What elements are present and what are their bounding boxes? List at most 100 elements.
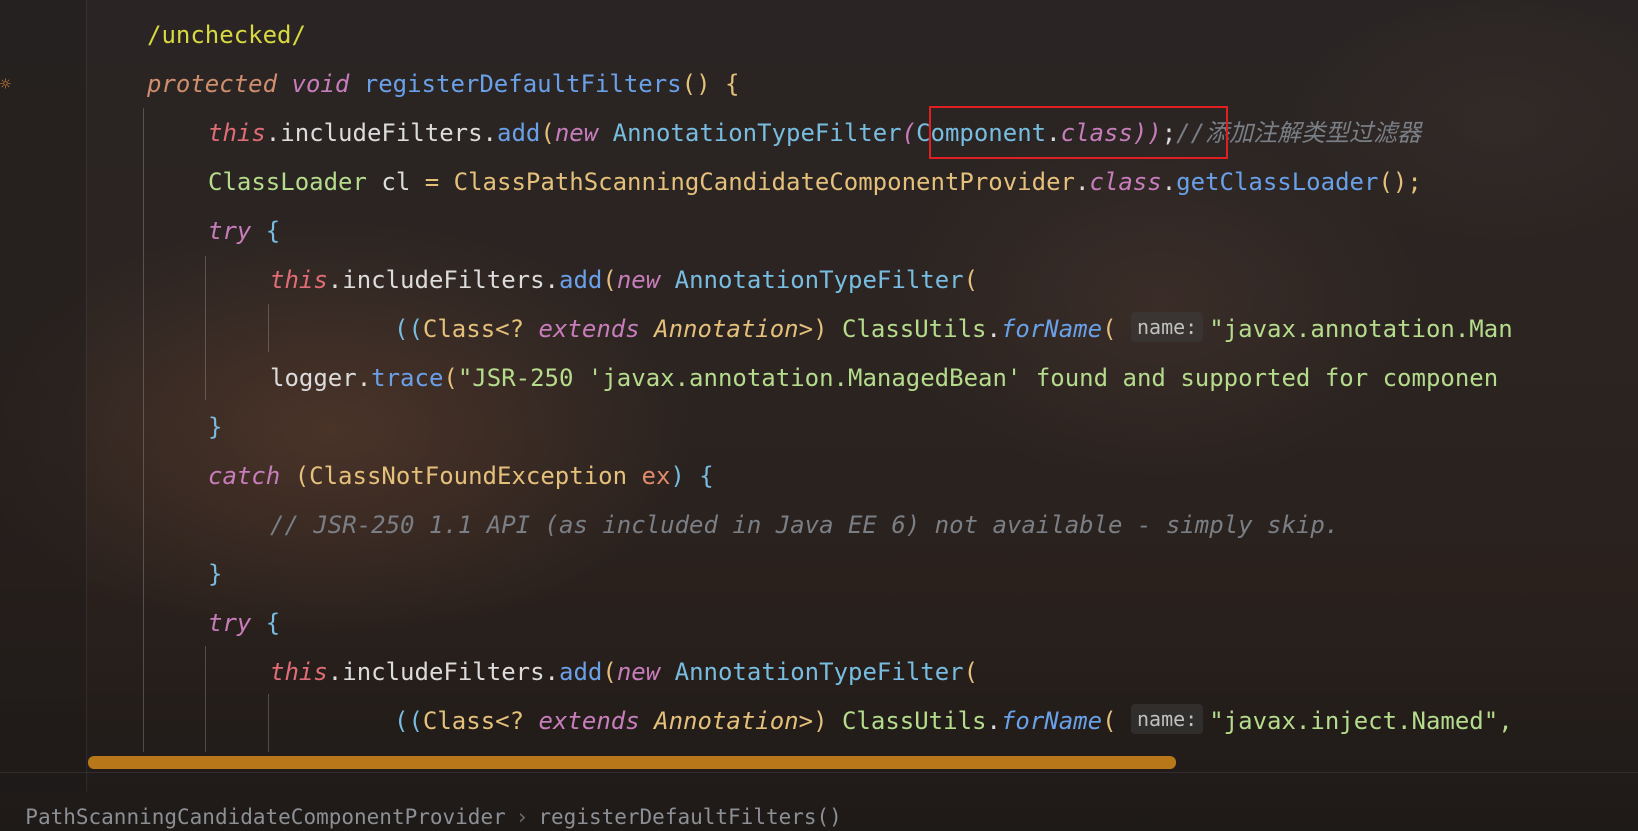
code-line[interactable]: logger.trace("JSR-250 'javax.annotation.… bbox=[270, 353, 1498, 404]
code-line[interactable]: // JSR-250 1.1 API (as included in Java … bbox=[270, 500, 1339, 551]
code-token: getClassLoader bbox=[1176, 168, 1379, 196]
code-token: extends bbox=[538, 315, 640, 343]
code-token: () { bbox=[681, 70, 740, 98]
code-line[interactable]: /unchecked/ bbox=[147, 10, 306, 61]
code-line[interactable]: ((Class<? extends Annotation>) ClassUtil… bbox=[394, 304, 1513, 355]
code-token: trace bbox=[371, 364, 444, 392]
code-token: Class bbox=[422, 315, 496, 343]
code-token: ClassPathScanningCandidateComponentProvi… bbox=[453, 168, 1075, 196]
code-token: <? bbox=[495, 707, 539, 735]
code-line[interactable]: ClassLoader cl = ClassPathScanningCandid… bbox=[208, 157, 1422, 208]
code-token: logger bbox=[270, 364, 357, 392]
code-token: . bbox=[327, 658, 343, 686]
code-line[interactable]: try { bbox=[208, 206, 280, 257]
code-token: this bbox=[270, 658, 328, 686]
breadcrumb: PathScanningCandidateComponentProvider › r… bbox=[0, 772, 1638, 831]
code-token: AnnotationTypeFilter bbox=[674, 266, 964, 294]
code-token: <? bbox=[495, 315, 539, 343]
code-token: new bbox=[616, 266, 661, 294]
code-token: registerDefaultFilters bbox=[363, 70, 682, 98]
code-token: catch bbox=[208, 462, 281, 490]
breadcrumb-class[interactable]: PathScanningCandidateComponentProvider bbox=[25, 805, 505, 829]
code-token: ClassLoader bbox=[208, 168, 367, 196]
line-gutter[interactable]: ☼ bbox=[0, 0, 87, 792]
bulb-icon[interactable]: ☼ bbox=[0, 74, 11, 95]
breadcrumb-method[interactable]: registerDefaultFilters() bbox=[538, 805, 841, 829]
code-token: protected bbox=[147, 70, 278, 98]
code-token: (( bbox=[394, 707, 423, 735]
code-token: includeFilters bbox=[342, 266, 545, 294]
code-token: "javax.inject.Named", bbox=[1209, 707, 1513, 735]
code-token: } bbox=[208, 413, 223, 441]
breadcrumb-separator: › bbox=[515, 805, 529, 829]
indent-guide bbox=[268, 304, 269, 352]
code-token: { bbox=[251, 609, 281, 637]
code-line[interactable]: } bbox=[208, 402, 222, 453]
code-token: ClassNotFoundException bbox=[309, 462, 628, 490]
code-token: { bbox=[251, 217, 281, 245]
code-token: this bbox=[208, 119, 266, 147]
code-token: ( bbox=[540, 119, 555, 147]
code-token: ( bbox=[280, 462, 310, 490]
code-token: >) bbox=[798, 707, 842, 735]
highlight-box bbox=[929, 106, 1228, 159]
code-line[interactable]: protected void registerDefaultFilters() … bbox=[147, 59, 739, 110]
indent-guide bbox=[205, 256, 206, 400]
code-token: ( bbox=[443, 364, 458, 392]
code-token: class bbox=[1089, 168, 1162, 196]
code-token: (( bbox=[394, 315, 423, 343]
code-token: try bbox=[208, 609, 252, 637]
code-token: ( bbox=[602, 266, 617, 294]
code-token: "JSR-250 'javax.annotation.ManagedBean' … bbox=[457, 364, 1499, 392]
code-token: Annotation bbox=[654, 315, 799, 343]
code-token: } bbox=[208, 560, 223, 588]
code-line[interactable]: } bbox=[208, 549, 222, 600]
code-line[interactable]: this.includeFilters.add(new AnnotationTy… bbox=[208, 108, 1421, 159]
code-token: . bbox=[327, 266, 343, 294]
code-token: new bbox=[554, 119, 599, 147]
code-token: ( bbox=[963, 658, 979, 686]
indent-guide bbox=[268, 694, 269, 752]
code-token: ( bbox=[963, 266, 979, 294]
code-token: void bbox=[291, 70, 350, 98]
code-token: Class bbox=[422, 707, 496, 735]
code-line[interactable]: this.includeFilters.add(new AnnotationTy… bbox=[270, 647, 978, 698]
code-token: extends bbox=[538, 707, 640, 735]
code-token: /unchecked/ bbox=[147, 21, 306, 49]
code-token: try bbox=[208, 217, 252, 245]
code-token: ( bbox=[901, 119, 917, 147]
code-token: Annotation bbox=[654, 707, 799, 735]
code-line[interactable]: ((Class<? extends Annotation>) ClassUtil… bbox=[394, 696, 1513, 747]
code-token: forName bbox=[1000, 315, 1103, 343]
code-token: ex bbox=[641, 462, 671, 490]
code-line[interactable]: catch (ClassNotFoundException ex) { bbox=[208, 451, 714, 502]
code-token: . bbox=[986, 315, 1001, 343]
code-token: cl bbox=[366, 168, 425, 196]
code-line[interactable]: try { bbox=[208, 598, 280, 649]
indent-guide bbox=[205, 646, 206, 752]
code-line[interactable]: this.includeFilters.add(new AnnotationTy… bbox=[270, 255, 978, 306]
code-token: new bbox=[616, 658, 661, 686]
code-token: AnnotationTypeFilter bbox=[612, 119, 902, 147]
code-token: ClassUtils bbox=[841, 315, 987, 343]
code-token: . bbox=[482, 119, 497, 147]
code-token: "javax.annotation.Man bbox=[1209, 315, 1513, 343]
code-token: ClassUtils bbox=[841, 707, 987, 735]
code-token: add bbox=[497, 119, 541, 147]
code-token: includeFilters bbox=[342, 658, 545, 686]
code-token: AnnotationTypeFilter bbox=[674, 658, 964, 686]
code-token: this bbox=[270, 266, 328, 294]
code-token: >) bbox=[798, 315, 842, 343]
code-token: . bbox=[544, 266, 559, 294]
code-token: forName bbox=[1000, 707, 1103, 735]
code-token: . bbox=[265, 119, 281, 147]
code-token: . bbox=[1161, 168, 1177, 196]
code-token: ) { bbox=[670, 462, 714, 490]
scrollbar-thumb[interactable] bbox=[88, 756, 1176, 769]
code-token: . bbox=[1074, 168, 1090, 196]
